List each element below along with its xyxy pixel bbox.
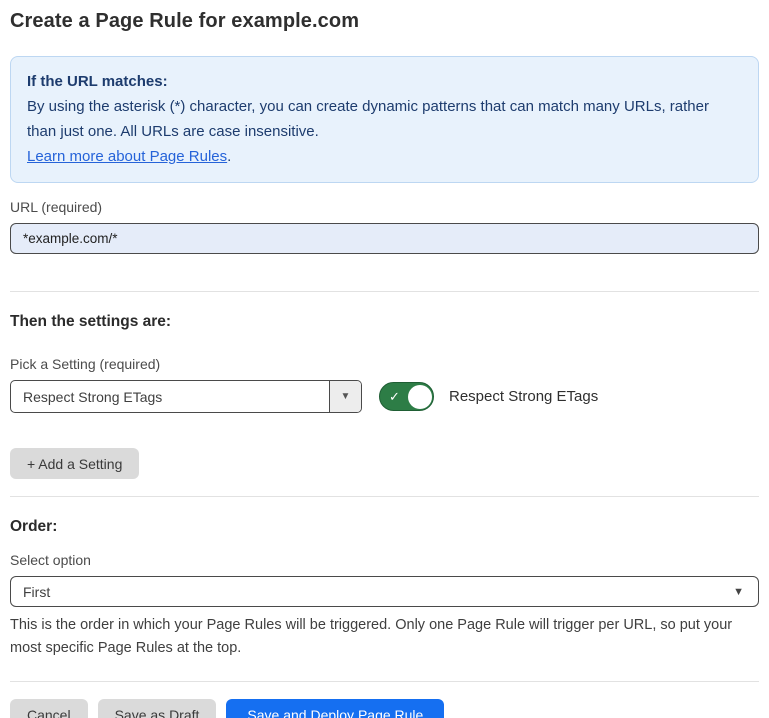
chevron-down-icon[interactable]: ▼ [329,381,361,412]
form-actions: Cancel Save as Draft Save and Deploy Pag… [10,699,759,718]
learn-more-link[interactable]: Learn more about Page Rules [27,148,227,165]
check-icon: ✓ [389,390,400,403]
toggle-label: Respect Strong ETags [449,388,598,405]
url-input[interactable] [10,223,759,254]
page-title: Create a Page Rule for example.com [10,10,759,33]
respect-strong-etags-toggle[interactable]: ✓ [379,382,434,411]
save-deploy-button[interactable]: Save and Deploy Page Rule [226,699,444,718]
settings-section-heading: Then the settings are: [10,313,759,331]
save-draft-button[interactable]: Save as Draft [98,699,217,718]
info-box-link-line: Learn more about Page Rules. [27,144,742,169]
order-help-text: This is the order in which your Page Rul… [10,614,750,660]
cancel-button[interactable]: Cancel [10,699,88,718]
info-box-body: By using the asterisk (*) character, you… [27,94,742,144]
setting-dropdown-value: Respect Strong ETags [11,381,329,412]
order-section-heading: Order: [10,518,759,536]
info-box-heading: If the URL matches: [27,69,742,94]
link-suffix: . [227,148,231,165]
toggle-knob [408,385,432,409]
pick-setting-label: Pick a Setting (required) [10,356,759,372]
url-field-label: URL (required) [10,199,759,215]
order-select-label: Select option [10,552,759,568]
add-setting-button[interactable]: + Add a Setting [10,448,139,479]
setting-dropdown[interactable]: Respect Strong ETags ▼ [10,380,362,413]
order-select-value: First [23,584,50,600]
order-select[interactable]: First ▼ [10,576,759,607]
url-matches-info-box: If the URL matches: By using the asteris… [10,56,759,183]
divider [10,681,759,682]
divider [10,291,759,292]
chevron-down-icon: ▼ [733,586,744,598]
setting-row: Respect Strong ETags ▼ ✓ Respect Strong … [10,380,759,413]
divider [10,496,759,497]
create-page-rule-form: Create a Page Rule for example.com If th… [0,0,769,718]
